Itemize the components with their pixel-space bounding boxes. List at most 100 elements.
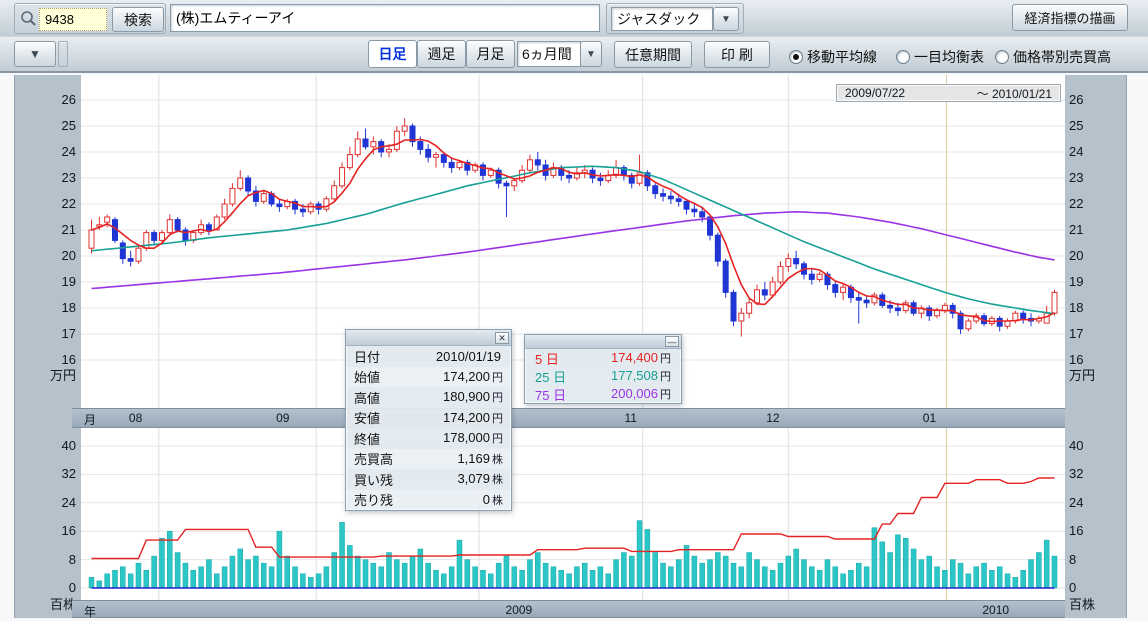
candle-up bbox=[778, 266, 783, 282]
axis-tick-label: 24 bbox=[1069, 495, 1083, 511]
tab-monthly[interactable]: 月足 bbox=[466, 40, 515, 68]
radio-moving-average[interactable]: 移動平均線 bbox=[789, 47, 877, 67]
volume-bar bbox=[1005, 574, 1010, 588]
ohlc-info-window[interactable]: ✕ 日付2010/01/19始値174,200円高値180,900円安値174,… bbox=[345, 329, 512, 511]
tab-weekly[interactable]: 週足 bbox=[417, 40, 466, 68]
close-icon[interactable]: ✕ bbox=[495, 332, 509, 344]
stock-code-input[interactable] bbox=[39, 8, 107, 31]
volume-bar bbox=[997, 567, 1002, 588]
axis-tick-label: 26 bbox=[1069, 92, 1083, 108]
volume-bar bbox=[708, 560, 713, 588]
month-label: 12 bbox=[766, 411, 779, 425]
year-label: 2010 bbox=[982, 603, 1009, 617]
volume-bar bbox=[645, 529, 650, 588]
ohlc-row-label: 始値 bbox=[354, 367, 380, 386]
ma-legend-titlebar[interactable]: — bbox=[525, 335, 681, 349]
ohlc-rows: 日付2010/01/19始値174,200円高値180,900円安値174,20… bbox=[346, 346, 511, 510]
candle-down bbox=[598, 178, 603, 181]
candle-up bbox=[371, 142, 376, 147]
volume-bar bbox=[1036, 553, 1041, 589]
period-select-arrow-button[interactable]: ▼ bbox=[580, 41, 602, 67]
radio-ichimoku[interactable]: 一目均衡表 bbox=[896, 47, 984, 67]
volume-bar bbox=[410, 556, 415, 588]
axis-tick-label: 21 bbox=[62, 222, 76, 238]
ohlc-row-label: 売買高 bbox=[354, 449, 393, 468]
economic-indicator-button[interactable]: 経済指標の描画 bbox=[1012, 4, 1128, 31]
market-select-value[interactable]: ジャスダック bbox=[611, 7, 713, 31]
month-label: 08 bbox=[129, 411, 142, 425]
volume-bar bbox=[668, 567, 673, 588]
period-select-value[interactable]: 6ヵ月間 bbox=[517, 41, 581, 67]
axis-tick-label: 24 bbox=[62, 495, 76, 511]
volume-bar bbox=[308, 577, 313, 588]
volume-bar bbox=[1052, 556, 1057, 588]
axis-tick-label: 22 bbox=[1069, 196, 1083, 212]
ohlc-row-label: 高値 bbox=[354, 388, 380, 407]
volume-bar bbox=[700, 563, 705, 588]
radio-button-icon[interactable] bbox=[789, 50, 803, 64]
candle-down bbox=[206, 225, 211, 230]
volume-bar bbox=[105, 574, 110, 588]
volume-bar bbox=[387, 553, 392, 589]
candle-down bbox=[567, 175, 572, 178]
left-axis-column: 2625242322212019181716万円4032241680百株 bbox=[14, 75, 81, 618]
candle-down bbox=[504, 183, 509, 186]
axis-tick-label: 18 bbox=[62, 300, 76, 316]
volume-bar bbox=[128, 574, 133, 588]
volume-bar bbox=[261, 563, 266, 588]
price-axis-unit: 万円 bbox=[1069, 368, 1095, 384]
chart-menu-dropdown-button[interactable]: ▼ bbox=[14, 41, 56, 67]
volume-bar bbox=[653, 553, 658, 589]
volume-bar bbox=[684, 545, 689, 588]
ma-legend-row: 5 日174,400円 bbox=[525, 349, 681, 367]
candle-up bbox=[387, 149, 392, 152]
ohlc-row-value: 174,200円 bbox=[443, 410, 503, 426]
axis-tick-label: 20 bbox=[62, 248, 76, 264]
volume-bar bbox=[520, 570, 525, 588]
minimize-icon[interactable]: — bbox=[665, 336, 679, 347]
volume-bar bbox=[919, 560, 924, 588]
ma-legend-window[interactable]: — 5 日174,400円25 日177,508円75 日200,006円 bbox=[524, 334, 682, 404]
volume-bar bbox=[950, 560, 955, 588]
volume-bar bbox=[880, 542, 885, 588]
volume-bar bbox=[300, 574, 305, 588]
custom-period-button[interactable]: 任意期間 bbox=[614, 41, 692, 68]
radio-label: 一目均衡表 bbox=[914, 47, 984, 67]
series-line bbox=[92, 166, 1055, 313]
candle-down bbox=[449, 162, 454, 167]
radio-button-icon[interactable] bbox=[995, 50, 1009, 64]
month-label: 01 bbox=[923, 411, 936, 425]
tab-daily[interactable]: 日足 bbox=[368, 40, 417, 68]
axis-tick-label: 16 bbox=[1069, 352, 1083, 368]
company-name-field[interactable] bbox=[170, 4, 600, 32]
volume-bar bbox=[841, 574, 846, 588]
volume-bar bbox=[567, 574, 572, 588]
ohlc-window-titlebar[interactable]: ✕ bbox=[346, 330, 511, 346]
volume-bar bbox=[661, 563, 666, 588]
candle-up bbox=[841, 287, 846, 292]
chevron-down-icon: ▼ bbox=[721, 14, 731, 25]
ohlc-row-value: 178,000円 bbox=[443, 430, 503, 446]
candle-down bbox=[535, 160, 540, 165]
axis-tick-label: 0 bbox=[1069, 580, 1076, 596]
volume-bar bbox=[606, 574, 611, 588]
print-button[interactable]: 印 刷 bbox=[704, 41, 770, 68]
volume-bar bbox=[966, 574, 971, 588]
volume-bar bbox=[379, 567, 384, 588]
radio-button-icon[interactable] bbox=[896, 50, 910, 64]
volume-bar bbox=[480, 570, 485, 588]
candle-down bbox=[715, 235, 720, 261]
volume-bar bbox=[1044, 540, 1049, 588]
volume-bar bbox=[285, 556, 290, 588]
volume-chart-plot[interactable] bbox=[81, 428, 1065, 600]
candle-up bbox=[457, 162, 462, 167]
candle-down bbox=[661, 194, 666, 197]
ma-legend-rows: 5 日174,400円25 日177,508円75 日200,006円 bbox=[525, 349, 681, 403]
candle-down bbox=[731, 292, 736, 321]
market-select-arrow-button[interactable]: ▼ bbox=[713, 7, 739, 31]
volume-bar bbox=[629, 556, 634, 588]
search-button[interactable]: 検索 bbox=[112, 7, 164, 32]
ohlc-row-label: 終値 bbox=[354, 429, 380, 448]
radio-volume-by-price[interactable]: 価格帯別売買高 bbox=[995, 47, 1111, 67]
volume-bar bbox=[512, 567, 517, 588]
